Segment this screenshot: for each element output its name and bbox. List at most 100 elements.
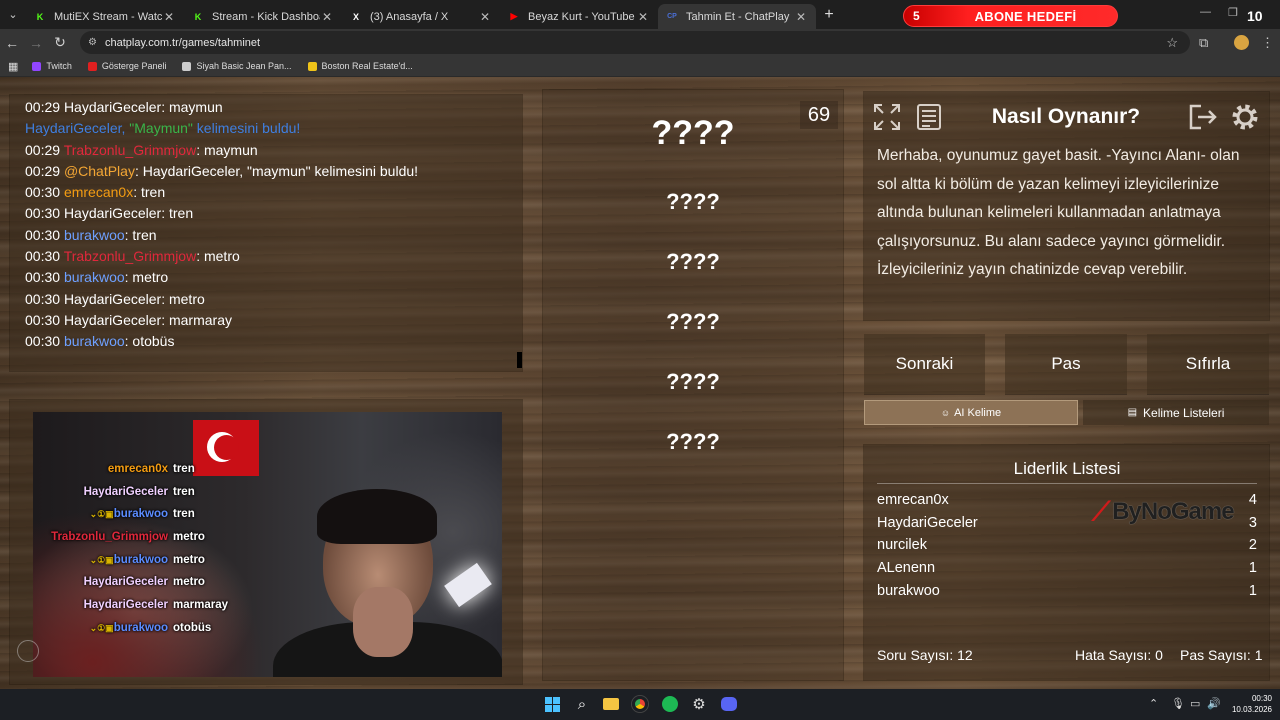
chat-username[interactable]: @ChatPlay bbox=[64, 163, 135, 179]
webcam-chat-line: HaydariGeceler metro bbox=[33, 571, 223, 594]
tab-search-icon[interactable]: ⌄ bbox=[0, 0, 26, 29]
chat-username[interactable]: HaydariGeceler, bbox=[25, 120, 129, 136]
bookmark-list: Twitch Gösterge Paneli Siyah Basic Jean Pa… bbox=[32, 61, 428, 71]
bookmark-item[interactable]: Siyah Basic Jean Pan... bbox=[182, 61, 292, 71]
new-tab-icon[interactable]: + bbox=[816, 6, 842, 24]
overlay-control-icon[interactable] bbox=[17, 640, 39, 662]
chat-username[interactable]: Trabzonlu_Grimmjow bbox=[64, 142, 197, 158]
bookmark-star-icon[interactable]: ☆ bbox=[1166, 35, 1178, 51]
chat-scrollbar[interactable] bbox=[517, 352, 522, 368]
chrome-icon[interactable] bbox=[630, 694, 650, 714]
forward-icon[interactable]: → bbox=[24, 35, 48, 51]
tab-title: Stream - Kick Dashboard bbox=[212, 10, 320, 23]
close-tab-icon[interactable]: ✕ bbox=[162, 10, 176, 24]
webcam-chat-username: burakwoo bbox=[113, 621, 168, 634]
volume-icon[interactable]: 🔊 bbox=[1207, 697, 1221, 710]
kick-icon: K bbox=[36, 11, 44, 22]
bookmark-icon bbox=[182, 61, 192, 71]
webcam-chat-message: metro bbox=[173, 553, 205, 566]
hidden-word: ???? bbox=[666, 369, 720, 394]
pass-button[interactable]: Pas bbox=[1005, 334, 1127, 394]
logout-icon[interactable] bbox=[1187, 101, 1219, 133]
bookmark-icon bbox=[87, 61, 97, 71]
chat-username[interactable]: HaydariGeceler bbox=[64, 205, 161, 221]
bookmark-label: Twitch bbox=[46, 61, 72, 71]
webcam-chat-line: HaydariGeceler tren bbox=[33, 481, 223, 504]
chat-time: 00:29 bbox=[25, 162, 61, 179]
url-text: chatplay.com.tr/games/tahminet bbox=[105, 36, 261, 49]
restore-icon[interactable]: ❐ bbox=[1228, 6, 1238, 19]
bookmark-item[interactable]: Boston Real Estate'd... bbox=[307, 61, 413, 71]
discord-icon[interactable] bbox=[719, 694, 739, 714]
webcam-chat-username: burakwoo bbox=[113, 553, 168, 566]
player-name: burakwoo bbox=[877, 582, 940, 599]
close-tab-icon[interactable]: ✕ bbox=[636, 10, 650, 24]
tab-ai-word[interactable]: ☺ AI Kelime bbox=[864, 400, 1078, 425]
browser-menu-icon[interactable]: ⋮ bbox=[1261, 35, 1274, 51]
chat-quoted-word: "Maymun" bbox=[129, 120, 193, 137]
leaderboard-row: burakwoo 1 bbox=[877, 583, 1257, 605]
tray-overflow-icon[interactable]: ⌃ bbox=[1149, 697, 1158, 710]
chat-username[interactable]: emrecan0x bbox=[64, 184, 133, 200]
windows-start-icon[interactable] bbox=[542, 694, 562, 714]
microphone-icon[interactable]: 🎙 bbox=[1171, 697, 1185, 710]
next-button[interactable]: Sonraki bbox=[864, 334, 985, 394]
chat-separator: : bbox=[161, 205, 169, 222]
tab-2[interactable]: X (3) Anasayfa / X ✕ bbox=[342, 4, 500, 29]
close-tab-icon[interactable]: ✕ bbox=[794, 10, 808, 24]
bookmark-item[interactable]: Gösterge Paneli bbox=[87, 61, 166, 71]
chatplay-icon: CP bbox=[667, 13, 677, 20]
webcam-chat-username: emrecan0x bbox=[107, 463, 168, 475]
webcam-chat-message: metro bbox=[173, 531, 205, 544]
tab-4[interactable]: CP Tahmin Et - ChatPlay ✕ bbox=[658, 4, 816, 29]
fullscreen-icon[interactable] bbox=[871, 101, 903, 133]
reload-icon[interactable]: ↻ bbox=[48, 34, 72, 51]
close-tab-icon[interactable]: ✕ bbox=[320, 10, 334, 24]
chat-separator: : bbox=[161, 311, 169, 328]
site-info-icon[interactable]: ⚙ bbox=[88, 37, 97, 48]
apps-grid-icon[interactable]: ▦ bbox=[8, 60, 18, 73]
close-tab-icon[interactable]: ✕ bbox=[478, 10, 492, 24]
pass-count: Pas Sayısı: 1 bbox=[1180, 647, 1263, 663]
tab-word-lists[interactable]: ▤ Kelime Listeleri bbox=[1083, 400, 1269, 425]
settings-gear-icon[interactable] bbox=[1229, 101, 1261, 133]
search-icon[interactable]: ⌕ bbox=[572, 694, 592, 714]
player-score: 1 bbox=[1248, 560, 1257, 577]
tab-3[interactable]: ▶ Beyaz Kurt - YouTube ✕ bbox=[500, 4, 658, 29]
bookmark-label: Siyah Basic Jean Pan... bbox=[196, 61, 292, 71]
settings-app-icon[interactable]: ⚙ bbox=[689, 694, 709, 714]
notes-icon[interactable] bbox=[913, 101, 945, 133]
reset-button[interactable]: Sıfırla bbox=[1147, 334, 1269, 394]
chat-log: 00:29 HaydariGeceler: maymun HaydariGecel… bbox=[25, 97, 515, 353]
chat-username[interactable]: Trabzonlu_Grimmjow bbox=[64, 248, 197, 264]
youtube-icon: ▶ bbox=[510, 11, 518, 21]
spotify-icon[interactable] bbox=[660, 694, 680, 714]
chat-message: HaydariGeceler, "maymun" kelimesini buld… bbox=[142, 162, 419, 179]
chat-username[interactable]: burakwoo bbox=[64, 227, 125, 243]
chat-username[interactable]: HaydariGeceler bbox=[64, 291, 161, 307]
extensions-icon[interactable]: ⧉ bbox=[1199, 35, 1208, 51]
sponsor-logo: ⟋ ByNoGame bbox=[1092, 496, 1260, 528]
profile-avatar[interactable] bbox=[1234, 35, 1249, 50]
file-explorer-icon[interactable] bbox=[601, 694, 621, 714]
bookmark-item[interactable]: Twitch bbox=[32, 61, 72, 71]
chat-username[interactable]: HaydariGeceler bbox=[64, 99, 161, 115]
chat-username[interactable]: burakwoo bbox=[64, 333, 125, 349]
webcam-chat-message: marmaray bbox=[173, 599, 228, 612]
taskbar-clock[interactable]: 00:30 10.03.2026 bbox=[1220, 693, 1272, 715]
url-field[interactable]: ⚙ chatplay.com.tr/games/tahminet ☆ bbox=[80, 31, 1190, 54]
player-name: ALenenn bbox=[877, 560, 936, 577]
chat-username[interactable]: burakwoo bbox=[64, 269, 125, 285]
tab-0[interactable]: K MutiEX Stream - Watch Live on✕ bbox=[26, 4, 184, 29]
webcam-chat-username: HaydariGeceler bbox=[83, 576, 168, 589]
chat-line: 00:30 HaydariGeceler: marmaray bbox=[25, 310, 515, 331]
question-count: Soru Sayısı: 12 bbox=[877, 647, 973, 663]
error-count: Hata Sayısı: 0 bbox=[1075, 647, 1163, 663]
chat-username[interactable]: HaydariGeceler bbox=[64, 312, 161, 328]
minimize-icon[interactable]: — bbox=[1200, 6, 1211, 18]
player-name: emrecan0x bbox=[877, 492, 949, 508]
back-icon[interactable]: ← bbox=[0, 35, 24, 51]
network-icon[interactable]: ▭ bbox=[1190, 697, 1200, 710]
chat-line: 00:30 Trabzonlu_Grimmjow: metro bbox=[25, 246, 515, 267]
tab-1[interactable]: K Stream - Kick Dashboard✕ bbox=[184, 4, 342, 29]
